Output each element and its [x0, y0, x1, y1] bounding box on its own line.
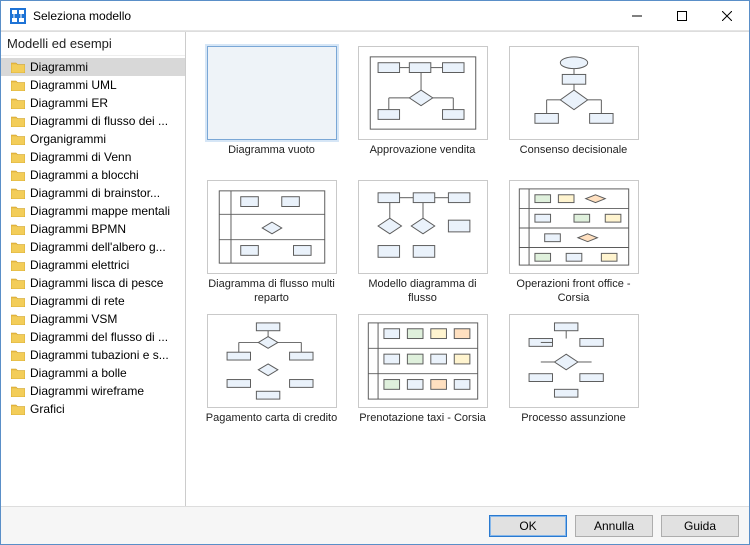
- category-label: Organigrammi: [30, 132, 106, 146]
- template-label: Approvazione vendita: [370, 144, 476, 172]
- minimize-button[interactable]: [614, 1, 659, 31]
- help-button[interactable]: Guida: [661, 515, 739, 537]
- template-label: Pagamento carta di credito: [206, 412, 337, 440]
- category-label: Diagrammi a bolle: [30, 366, 127, 380]
- template-label: Prenotazione taxi - Corsia: [359, 412, 486, 440]
- template-item[interactable]: Operazioni front office - Corsia: [506, 180, 641, 306]
- category-item[interactable]: Diagrammi di brainstor...: [1, 184, 185, 202]
- sidebar: Modelli ed esempi Diagrammi Diagrammi UML…: [1, 32, 186, 506]
- template-gallery[interactable]: Diagramma vuoto Approvazione vendita Conse…: [186, 32, 749, 506]
- category-label: Diagrammi BPMN: [30, 222, 126, 236]
- template-item[interactable]: Modello diagramma di flusso: [355, 180, 490, 306]
- close-button[interactable]: [704, 1, 749, 31]
- template-item[interactable]: Prenotazione taxi - Corsia: [355, 314, 490, 440]
- template-thumbnail[interactable]: [509, 46, 639, 140]
- category-label: Diagrammi di brainstor...: [30, 186, 160, 200]
- category-label: Diagrammi VSM: [30, 312, 117, 326]
- category-item[interactable]: Grafici: [1, 400, 185, 418]
- category-item[interactable]: Diagrammi di Venn: [1, 148, 185, 166]
- template-label: Diagramma di flusso multi reparto: [204, 278, 339, 306]
- app-icon: [9, 7, 27, 25]
- cancel-button[interactable]: Annulla: [575, 515, 653, 537]
- category-item[interactable]: Diagrammi tubazioni e s...: [1, 346, 185, 364]
- template-label: Consenso decisionale: [520, 144, 628, 172]
- category-label: Grafici: [30, 402, 65, 416]
- category-item[interactable]: Diagrammi UML: [1, 76, 185, 94]
- category-item[interactable]: Diagrammi BPMN: [1, 220, 185, 238]
- template-thumbnail[interactable]: [509, 314, 639, 408]
- category-label: Diagrammi di flusso dei ...: [30, 114, 168, 128]
- category-item[interactable]: Diagrammi wireframe: [1, 382, 185, 400]
- category-label: Diagrammi ER: [30, 96, 108, 110]
- category-label: Diagrammi mappe mentali: [30, 204, 170, 218]
- category-label: Diagrammi lisca di pesce: [30, 276, 163, 290]
- category-label: Diagrammi UML: [30, 78, 117, 92]
- category-item[interactable]: Diagrammi dell'albero g...: [1, 238, 185, 256]
- category-item[interactable]: Diagrammi a blocchi: [1, 166, 185, 184]
- category-item[interactable]: Diagrammi VSM: [1, 310, 185, 328]
- template-item[interactable]: Approvazione vendita: [355, 46, 490, 172]
- category-item[interactable]: Diagrammi mappe mentali: [1, 202, 185, 220]
- sidebar-header: Modelli ed esempi: [1, 32, 185, 56]
- template-item[interactable]: Diagramma di flusso multi reparto: [204, 180, 339, 306]
- category-label: Diagrammi wireframe: [30, 384, 144, 398]
- category-label: Diagrammi: [30, 60, 88, 74]
- window-title: Seleziona modello: [33, 9, 131, 23]
- template-item[interactable]: Pagamento carta di credito: [204, 314, 339, 440]
- category-item[interactable]: Diagrammi di rete: [1, 292, 185, 310]
- category-label: Diagrammi tubazioni e s...: [30, 348, 169, 362]
- category-item[interactable]: Diagrammi elettrici: [1, 256, 185, 274]
- titlebar: Seleziona modello: [1, 1, 749, 31]
- category-tree[interactable]: Diagrammi Diagrammi UML Diagrammi ER Diagra…: [1, 56, 185, 506]
- category-item[interactable]: Organigrammi: [1, 130, 185, 148]
- category-item[interactable]: Diagrammi di flusso dei ...: [1, 112, 185, 130]
- category-item[interactable]: Diagrammi: [1, 58, 185, 76]
- dialog-window: Seleziona modello Modelli ed esempi Diag…: [0, 0, 750, 545]
- template-thumbnail[interactable]: [358, 314, 488, 408]
- template-thumbnail[interactable]: [358, 46, 488, 140]
- template-thumbnail[interactable]: [207, 180, 337, 274]
- category-item[interactable]: Diagrammi a bolle: [1, 364, 185, 382]
- template-thumbnail[interactable]: [207, 46, 337, 140]
- template-item[interactable]: Consenso decisionale: [506, 46, 641, 172]
- category-label: Diagrammi di rete: [30, 294, 125, 308]
- template-label: Modello diagramma di flusso: [355, 278, 490, 306]
- dialog-footer: OK Annulla Guida: [1, 506, 749, 544]
- ok-button[interactable]: OK: [489, 515, 567, 537]
- template-item[interactable]: Diagramma vuoto: [204, 46, 339, 172]
- template-item[interactable]: Processo assunzione: [506, 314, 641, 440]
- category-label: Diagrammi elettrici: [30, 258, 129, 272]
- category-label: Diagrammi del flusso di ...: [30, 330, 168, 344]
- template-thumbnail[interactable]: [207, 314, 337, 408]
- category-item[interactable]: Diagrammi lisca di pesce: [1, 274, 185, 292]
- category-label: Diagrammi di Venn: [30, 150, 131, 164]
- category-label: Diagrammi a blocchi: [30, 168, 139, 182]
- template-label: Processo assunzione: [521, 412, 626, 440]
- template-thumbnail[interactable]: [509, 180, 639, 274]
- category-item[interactable]: Diagrammi ER: [1, 94, 185, 112]
- maximize-button[interactable]: [659, 1, 704, 31]
- template-label: Diagramma vuoto: [228, 144, 315, 172]
- category-label: Diagrammi dell'albero g...: [30, 240, 166, 254]
- template-label: Operazioni front office - Corsia: [506, 278, 641, 306]
- category-item[interactable]: Diagrammi del flusso di ...: [1, 328, 185, 346]
- template-thumbnail[interactable]: [358, 180, 488, 274]
